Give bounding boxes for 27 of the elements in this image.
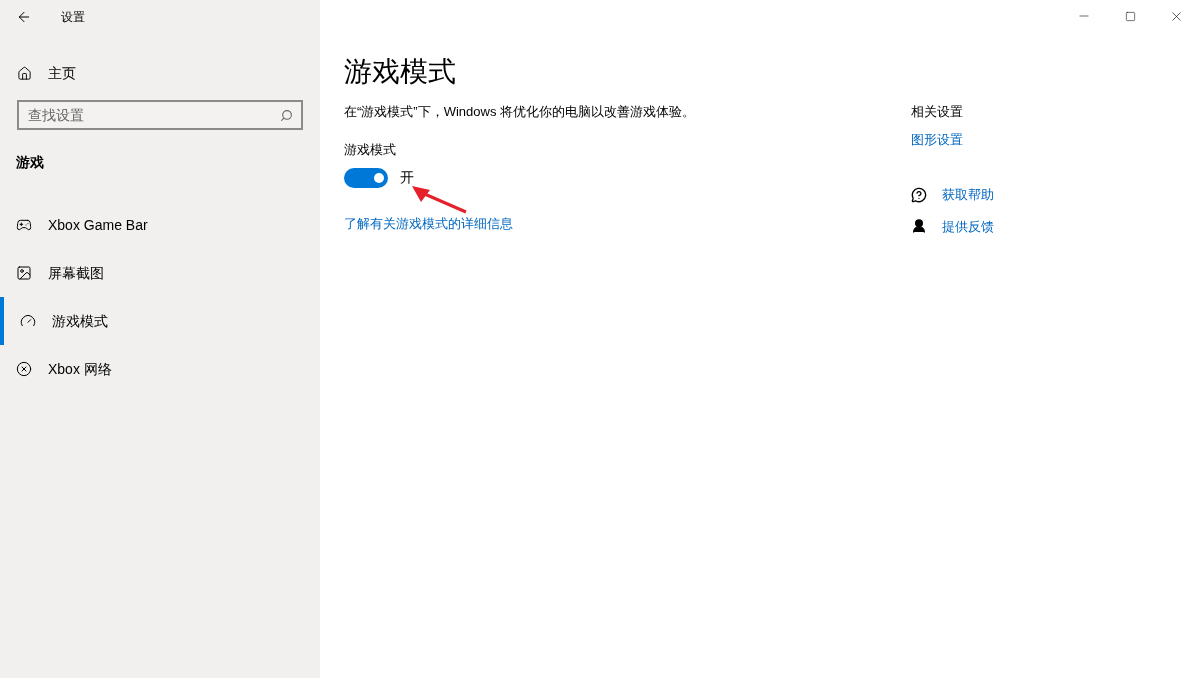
nav-item[interactable]: Xbox 网络 xyxy=(0,345,320,393)
nav-item[interactable]: 屏幕截图 xyxy=(0,249,320,297)
x-circle-icon xyxy=(16,361,32,377)
nav-item[interactable]: Xbox Game Bar xyxy=(0,201,320,249)
annotation-arrow xyxy=(410,184,468,214)
maximize-icon xyxy=(1124,10,1136,22)
home-nav-item[interactable]: 主页 xyxy=(0,55,320,91)
gamepad-icon xyxy=(16,217,32,233)
description: 在“游戏模式”下，Windows 将优化你的电脑以改善游戏体验。 xyxy=(344,103,696,121)
section-heading: 游戏 xyxy=(16,153,45,172)
help-link[interactable]: 提供反馈 xyxy=(942,216,994,236)
page-title: 游戏模式 xyxy=(344,55,457,89)
person-icon xyxy=(911,218,927,235)
help-icon xyxy=(911,186,927,203)
toggle-switch[interactable] xyxy=(344,167,388,188)
image-icon xyxy=(16,265,32,281)
details-link[interactable]: 了解有关游戏模式的详细信息 xyxy=(344,214,513,234)
toggle-state: 开 xyxy=(400,168,414,187)
search-field[interactable]: 查找设置 xyxy=(17,100,303,130)
gauge-icon xyxy=(20,313,36,329)
related-heading: 相关设置 xyxy=(911,103,964,121)
window-title: 设置 xyxy=(61,8,85,26)
graphics-settings-link[interactable]: 图形设置 xyxy=(911,129,994,149)
home-icon xyxy=(17,65,32,81)
help-link[interactable]: 获取帮助 xyxy=(942,185,994,205)
setting-label: 游戏模式 xyxy=(344,140,397,159)
search-icon xyxy=(280,109,293,122)
